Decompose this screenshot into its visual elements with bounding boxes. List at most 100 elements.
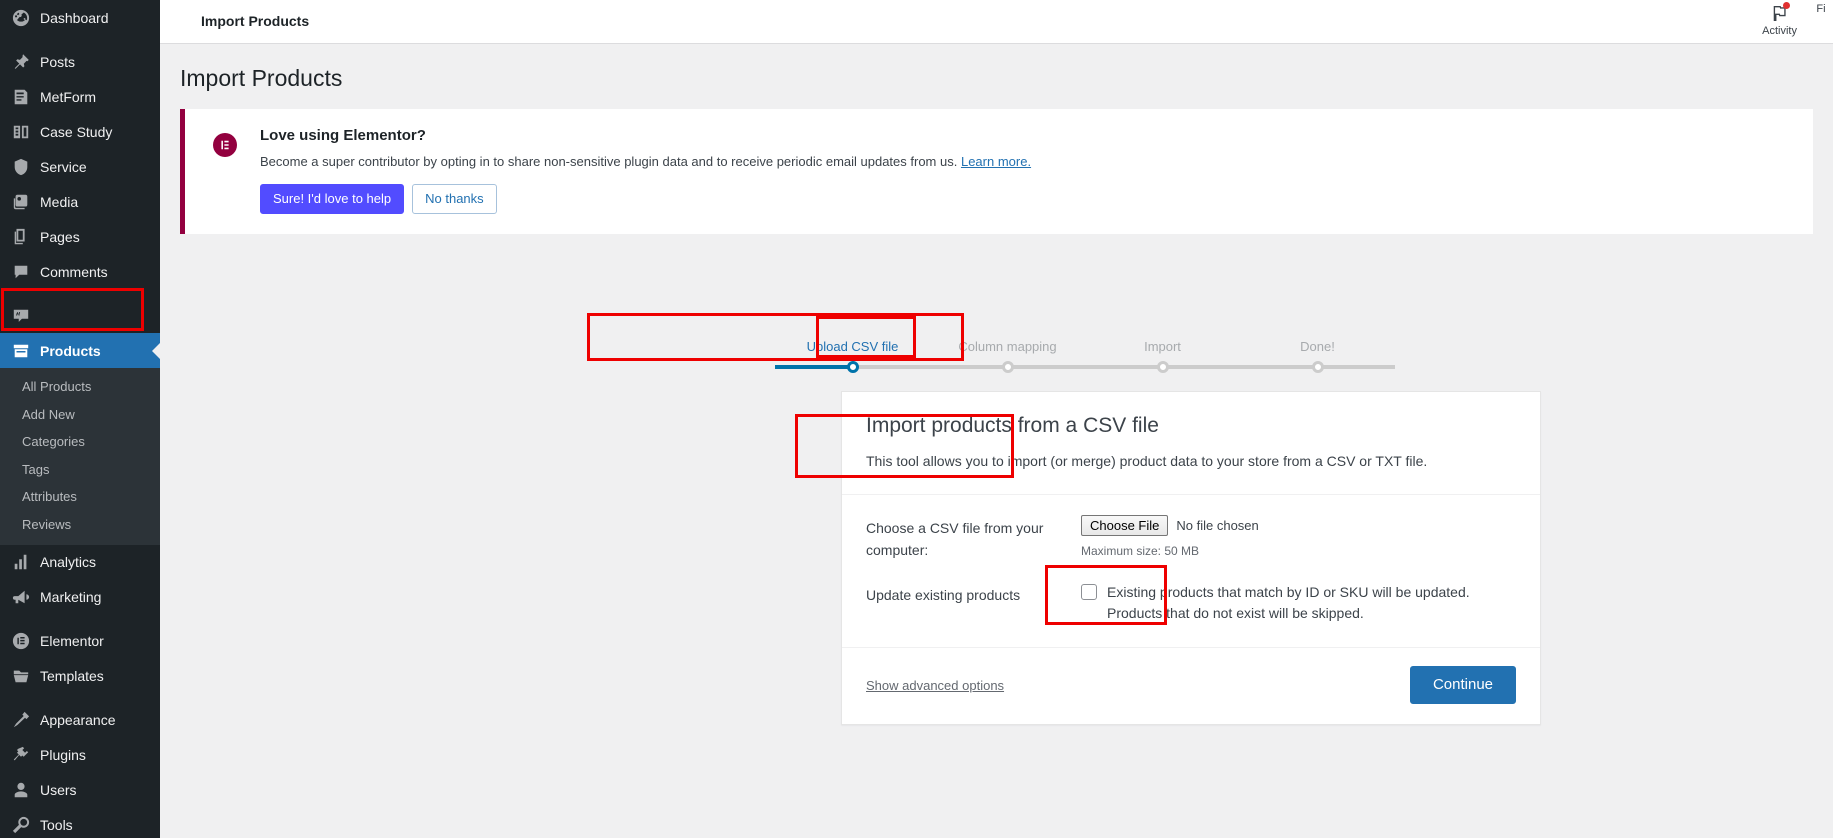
update-existing-field: Existing products that match by ID or SK… (1081, 582, 1516, 625)
update-existing-text-2: Products that do not exist will be skipp… (1107, 603, 1516, 625)
adminbar-right-group: Activity Fi (1750, 0, 1833, 44)
step-dot-upload[interactable] (847, 361, 859, 373)
stepper-line-progress (775, 365, 853, 369)
megaphone-icon (11, 587, 31, 607)
sidebar-item-label: Analytics (31, 555, 96, 569)
importer-heading: Import products from a CSV file (866, 412, 1516, 439)
continue-button[interactable]: Continue (1410, 666, 1516, 704)
woocommerce-icon (11, 306, 31, 326)
step-dot-done[interactable] (1312, 361, 1324, 373)
importer-card-header: Import products from a CSV file This too… (842, 392, 1540, 495)
dashboard-icon (11, 8, 31, 28)
sidebar-item-appearance[interactable]: Appearance (0, 703, 160, 738)
sidebar-item-label: Pages (31, 230, 80, 244)
sidebar-item-label: Dashboard (31, 11, 109, 25)
step-label-import[interactable]: Import (1085, 339, 1240, 354)
sidebar-item-label: Users (31, 783, 77, 797)
sidebar-item-case-study[interactable]: Case Study (0, 114, 160, 149)
sidebar-item-label: Marketing (31, 590, 101, 604)
importer-subheading: This tool allows you to import (or merge… (866, 451, 1516, 472)
notice-title: Love using Elementor? (260, 127, 1793, 144)
submenu-item-all-products[interactable]: All Products (0, 373, 160, 401)
sidebar-item-label: Templates (31, 669, 104, 683)
no-file-chosen-text: No file chosen (1176, 518, 1258, 533)
update-existing-checkbox[interactable] (1081, 584, 1097, 600)
sidebar-item-label: Service (31, 160, 87, 174)
step-dot-column-mapping[interactable] (1002, 361, 1014, 373)
sidebar-item-label: Media (31, 195, 78, 209)
notice-description: Become a super contributor by opting in … (260, 154, 957, 169)
sidebar-item-service[interactable]: Service (0, 149, 160, 184)
admin-top-bar: Import Products Activity Fi (160, 0, 1833, 44)
submenu-item-add-new[interactable]: Add New (0, 401, 160, 429)
products-submenu[interactable]: All Products Add New Categories Tags Att… (0, 368, 160, 545)
adminbar-clipped-button[interactable]: Fi (1809, 0, 1833, 15)
show-advanced-options-link[interactable]: Show advanced options (866, 678, 1004, 693)
comments-icon (11, 262, 31, 282)
sidebar-item-label: Case Study (31, 125, 112, 139)
max-size-hint: Maximum size: 50 MB (1081, 544, 1516, 558)
tools-icon (11, 815, 31, 835)
appearance-icon (11, 710, 31, 730)
step-dot-import[interactable] (1157, 361, 1169, 373)
opt-in-yes-button[interactable]: Sure! I'd love to help (260, 184, 404, 214)
importer-card-body: Choose a CSV file from your computer: Ch… (842, 495, 1540, 648)
notice-actions: Sure! I'd love to help No thanks (260, 184, 1793, 214)
sidebar-item-comments[interactable]: Comments (0, 254, 160, 289)
sidebar-item-marketing[interactable]: Marketing (0, 580, 160, 615)
case-study-icon (11, 122, 31, 142)
elementor-icon (11, 631, 31, 651)
plugins-icon (11, 745, 31, 765)
sidebar-item-label: MetForm (31, 90, 96, 104)
media-icon (11, 192, 31, 212)
update-existing-text-1: Existing products that match by ID or SK… (1107, 582, 1470, 604)
notification-dot (1783, 2, 1790, 9)
step-label-upload[interactable]: Upload CSV file (775, 339, 930, 354)
learn-more-link[interactable]: Learn more. (961, 154, 1031, 169)
update-existing-checkbox-line: Existing products that match by ID or SK… (1081, 582, 1516, 604)
file-chooser-row: Choose a CSV file from your computer: Ch… (866, 515, 1516, 561)
sidebar-item-woocommerce[interactable] (0, 298, 160, 333)
sidebar-item-products[interactable]: Products (0, 333, 160, 368)
choose-file-button[interactable]: Choose File (1081, 515, 1168, 536)
update-existing-row: Update existing products Existing produc… (866, 582, 1516, 625)
file-input[interactable]: Choose File No file chosen (1081, 515, 1516, 536)
adminbar-title: Import Products (201, 13, 309, 29)
sidebar-item-pages[interactable]: Pages (0, 219, 160, 254)
sidebar-item-posts[interactable]: Posts (0, 44, 160, 79)
step-label-done[interactable]: Done! (1240, 339, 1395, 354)
sidebar-item-label: Posts (31, 55, 75, 69)
activity-button[interactable]: Activity (1750, 0, 1809, 37)
activity-label: Activity (1762, 25, 1797, 37)
elementor-icon (213, 133, 237, 157)
sidebar-item-label: Comments (31, 265, 108, 279)
page-title: Import Products (160, 44, 1833, 94)
file-chooser-field: Choose File No file chosen Maximum size:… (1081, 515, 1516, 561)
users-icon (11, 780, 31, 800)
pages-icon (11, 227, 31, 247)
admin-sidebar[interactable]: Dashboard Posts MetForm Case Study Servi… (0, 0, 160, 838)
sidebar-item-media[interactable]: Media (0, 184, 160, 219)
notice-text: Become a super contributor by opting in … (260, 152, 1793, 172)
sidebar-item-plugins[interactable]: Plugins (0, 738, 160, 773)
sidebar-item-dashboard[interactable]: Dashboard (0, 0, 160, 35)
sidebar-item-users[interactable]: Users (0, 773, 160, 808)
current-menu-arrow (152, 343, 160, 359)
menu-separator (0, 289, 160, 298)
submenu-item-reviews[interactable]: Reviews (0, 511, 160, 539)
submenu-item-attributes[interactable]: Attributes (0, 483, 160, 511)
page-body: Import Products Love using Elementor? Be… (160, 44, 1833, 838)
submenu-item-categories[interactable]: Categories (0, 428, 160, 456)
update-existing-label: Update existing products (866, 582, 1081, 625)
form-icon (11, 87, 31, 107)
sidebar-item-tools[interactable]: Tools (0, 808, 160, 838)
sidebar-item-analytics[interactable]: Analytics (0, 545, 160, 580)
opt-in-no-button[interactable]: No thanks (412, 184, 497, 214)
templates-icon (11, 666, 31, 686)
step-label-column-mapping[interactable]: Column mapping (930, 339, 1085, 354)
submenu-item-tags[interactable]: Tags (0, 456, 160, 484)
sidebar-item-metform[interactable]: MetForm (0, 79, 160, 114)
sidebar-item-templates[interactable]: Templates (0, 659, 160, 694)
sidebar-item-elementor[interactable]: Elementor (0, 624, 160, 659)
stepper-labels: Upload CSV file Column mapping Import Do… (775, 339, 1395, 354)
